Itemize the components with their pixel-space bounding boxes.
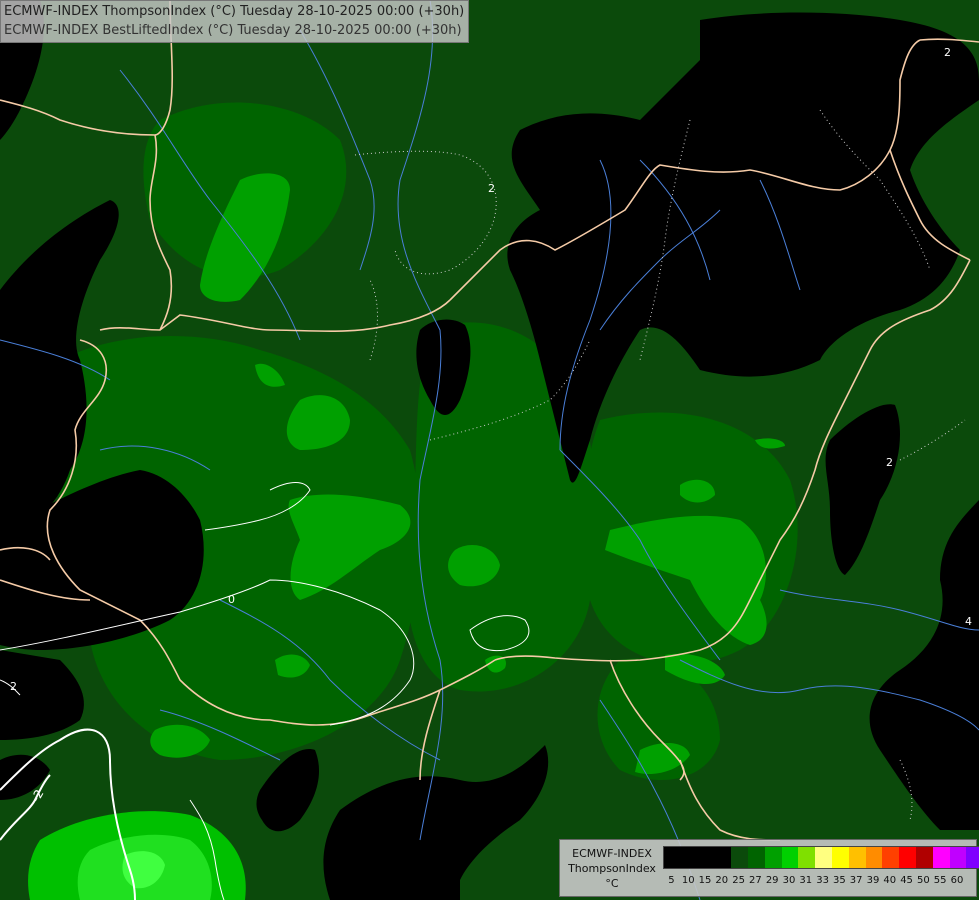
legend-swatch (865, 847, 883, 868)
legend-swatch (714, 847, 732, 868)
legend-tick-label: 35 (833, 875, 846, 886)
legend-swatch (680, 847, 698, 868)
legend-swatch (966, 847, 979, 868)
weather-map: 2 0 2 2 -2 2 4 (0, 0, 979, 900)
legend-title: ECMWF-INDEX ThompsonIndex °C (564, 846, 660, 891)
legend-swatch (899, 847, 916, 868)
legend-swatch (664, 847, 681, 868)
legend-swatch (697, 847, 715, 868)
legend-tick-label: 60 (950, 875, 964, 886)
legend-tick-label: 29 (765, 875, 779, 886)
legend-swatch (949, 847, 967, 868)
legend-tick-label: 50 (916, 875, 930, 886)
legend-swatch (798, 847, 816, 868)
legend-tick-label: 37 (849, 875, 863, 886)
legend-title-unit: °C (605, 877, 619, 890)
map-header: ECMWF-INDEX ThompsonIndex (°C) Tuesday 2… (0, 0, 470, 43)
legend-tick-row: 5 10 15 20 25 27 29 30 31 33 35 37 39 40 45 50 55 60 (663, 875, 965, 889)
legend-tick-label: 45 (900, 875, 913, 886)
legend-swatch (815, 847, 832, 868)
legend-title-line2: ThompsonIndex (568, 862, 656, 875)
legend-swatch (848, 847, 866, 868)
contour-label: 4 (965, 615, 972, 628)
legend-tick-label: 30 (782, 875, 796, 886)
legend-tick-label: 5 (668, 875, 675, 886)
contour-label: 2 (10, 680, 17, 693)
legend-swatch-bar (663, 846, 979, 869)
contour-label: 0 (228, 593, 235, 606)
legend-tick-label: 10 (681, 875, 695, 886)
legend-tick-label: 55 (933, 875, 947, 886)
legend-swatch (747, 847, 765, 868)
legend-swatch (831, 847, 849, 868)
legend-swatch (781, 847, 799, 868)
header-line-thompson: ECMWF-INDEX ThompsonIndex (°C) Tuesday 2… (4, 4, 465, 19)
legend-tick-label: 40 (883, 875, 897, 886)
legend-tick-label: 25 (732, 875, 745, 886)
legend-tick-label: 15 (698, 875, 712, 886)
legend-tick-label: 20 (715, 875, 729, 886)
contour-label: 2 (488, 182, 495, 195)
legend-title-line1: ECMWF-INDEX (572, 847, 652, 860)
legend-swatch (932, 847, 950, 868)
color-legend: ECMWF-INDEX ThompsonIndex °C 5 10 15 20 25 27… (559, 839, 979, 897)
header-line-bestlifted: ECMWF-INDEX BestLiftedIndex (°C) Tuesday… (4, 23, 462, 38)
legend-tick-label: 31 (799, 875, 813, 886)
legend-swatch (882, 847, 900, 868)
legend-swatch (764, 847, 782, 868)
legend-swatch (915, 847, 933, 868)
legend-tick-label: 27 (749, 875, 762, 886)
legend-swatch (731, 847, 748, 868)
legend-tick-label: 33 (816, 875, 829, 886)
contour-label: 2 (886, 456, 893, 469)
contour-label: 2 (944, 46, 951, 59)
legend-tick-label: 39 (866, 875, 880, 886)
